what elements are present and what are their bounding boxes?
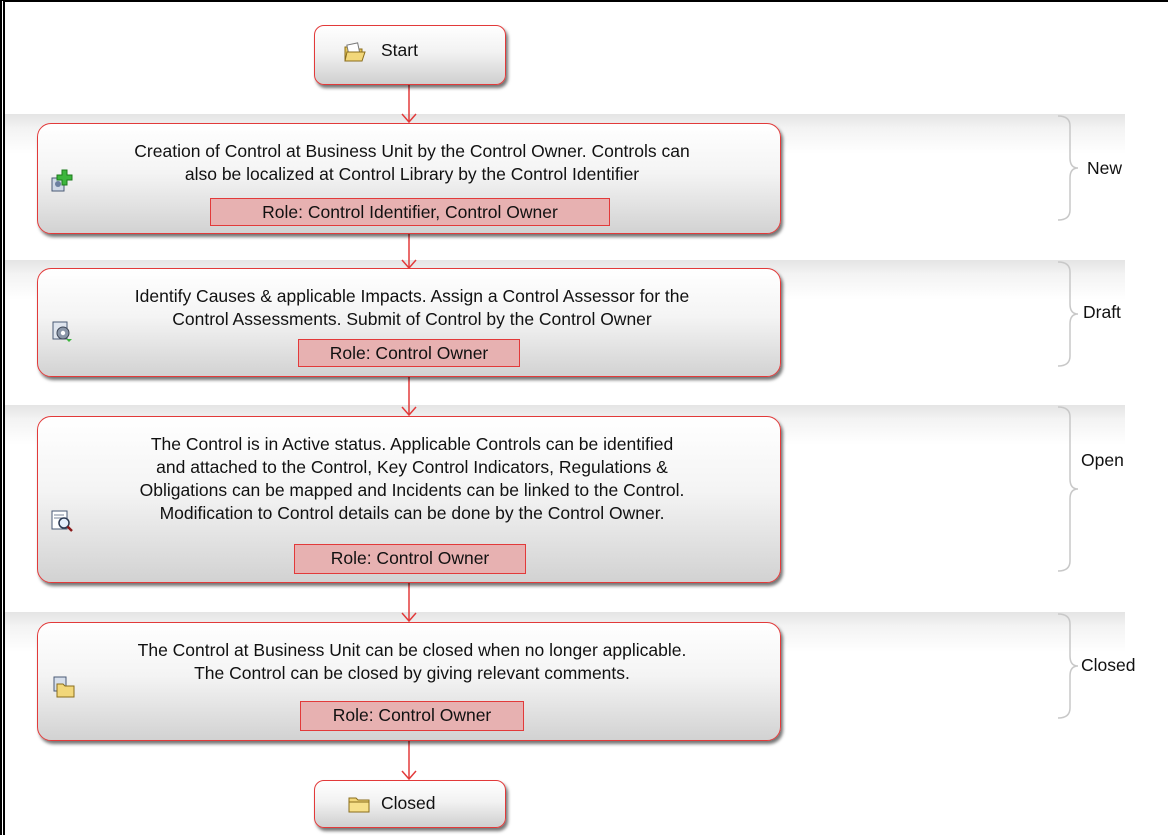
step-closed[interactable]: The Control at Business Unit can be clos… [37,622,781,741]
status-new: New [1087,158,1123,178]
end-node[interactable]: Closed [314,780,506,828]
status-draft: Draft [1083,302,1121,322]
step-draft-role: Role: Control Owner [298,339,520,367]
step-open-line-4: Modification to Control details can be d… [159,503,665,523]
start-node[interactable]: Start [314,25,506,85]
step-open-line-2: and attached to the Control, Key Control… [156,457,668,477]
step-closed-line-1: The Control at Business Unit can be clos… [137,640,687,660]
step-draft[interactable]: Identify Causes & applicable Impacts. As… [37,268,781,377]
step-new-line-2: also be localized at Control Library by … [184,164,640,184]
folder-icon [348,797,370,813]
step-open-line-1: The Control is in Active status. Applica… [150,434,674,454]
step-open-role: Role: Control Owner [294,544,526,574]
step-draft-line-1: Identify Causes & applicable Impacts. As… [134,286,690,306]
end-label: Closed [381,793,436,813]
status-closed: Closed [1081,655,1136,675]
step-open[interactable]: The Control is in Active status. Applica… [37,416,781,583]
step-new-role: Role: Control Identifier, Control Owner [210,198,610,226]
step-draft-line-2: Control Assessments. Submit of Control b… [172,309,652,329]
step-closed-role: Role: Control Owner [300,701,524,731]
step-new[interactable]: Creation of Control at Business Unit by … [37,123,781,234]
open-folder-icon [344,42,366,62]
start-label: Start [381,40,418,60]
status-open: Open [1081,450,1124,470]
step-open-line-3: Obligations can be mapped and Incidents … [139,480,685,500]
step-closed-line-2: The Control can be closed by giving rele… [194,663,630,683]
step-new-line-1: Creation of Control at Business Unit by … [134,141,690,161]
